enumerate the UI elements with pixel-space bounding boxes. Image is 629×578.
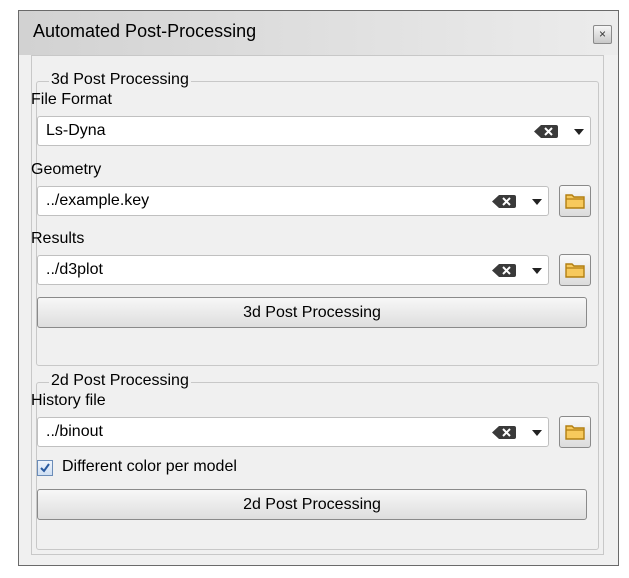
checkmark-icon <box>40 463 50 473</box>
file-format-label: File Format <box>31 91 112 108</box>
run-3d-post-processing-button[interactable]: 3d Post Processing <box>37 297 587 328</box>
file-format-combo[interactable]: Ls-Dyna <box>37 116 591 146</box>
results-value: ../d3plot <box>46 261 103 278</box>
window-title: Automated Post-Processing <box>33 21 257 41</box>
run-2d-post-processing-button[interactable]: 2d Post Processing <box>37 489 587 520</box>
different-color-label[interactable]: Different color per model <box>62 458 237 476</box>
clear-text-icon[interactable] <box>492 425 516 440</box>
title-bar[interactable]: Automated Post-Processing × <box>19 11 618 55</box>
clear-text-icon[interactable] <box>534 124 558 139</box>
close-icon: × <box>598 27 606 41</box>
folder-icon <box>565 263 585 278</box>
folder-icon <box>565 425 585 440</box>
group-3d-title: 3d Post Processing <box>49 71 191 89</box>
geometry-browse-button[interactable] <box>559 185 591 217</box>
results-label: Results <box>31 230 85 247</box>
group-2d-post-processing: 2d Post Processing History file ../binou… <box>31 372 599 550</box>
folder-icon <box>565 194 585 209</box>
history-file-label: History file <box>31 392 106 409</box>
file-format-value: Ls-Dyna <box>46 122 106 139</box>
chevron-down-icon[interactable] <box>574 129 584 135</box>
chevron-down-icon[interactable] <box>532 199 542 205</box>
results-combo[interactable]: ../d3plot <box>37 255 549 285</box>
different-color-checkbox[interactable] <box>37 460 53 476</box>
geometry-label: Geometry <box>31 161 102 178</box>
group-2d-title: 2d Post Processing <box>49 372 191 390</box>
clear-text-icon[interactable] <box>492 194 516 209</box>
history-file-value: ../binout <box>46 423 103 440</box>
chevron-down-icon[interactable] <box>532 268 542 274</box>
close-button[interactable]: × <box>593 25 612 44</box>
dock-content: 3d Post Processing File Format Ls-Dyna G… <box>31 55 604 555</box>
geometry-combo[interactable]: ../example.key <box>37 186 549 216</box>
results-browse-button[interactable] <box>559 254 591 286</box>
clear-text-icon[interactable] <box>492 263 516 278</box>
chevron-down-icon[interactable] <box>532 430 542 436</box>
history-file-combo[interactable]: ../binout <box>37 417 549 447</box>
post-processing-window: Automated Post-Processing × 3d Post Proc… <box>18 10 619 566</box>
group-3d-post-processing: 3d Post Processing File Format Ls-Dyna G… <box>31 71 599 366</box>
history-browse-button[interactable] <box>559 416 591 448</box>
geometry-value: ../example.key <box>46 192 150 209</box>
